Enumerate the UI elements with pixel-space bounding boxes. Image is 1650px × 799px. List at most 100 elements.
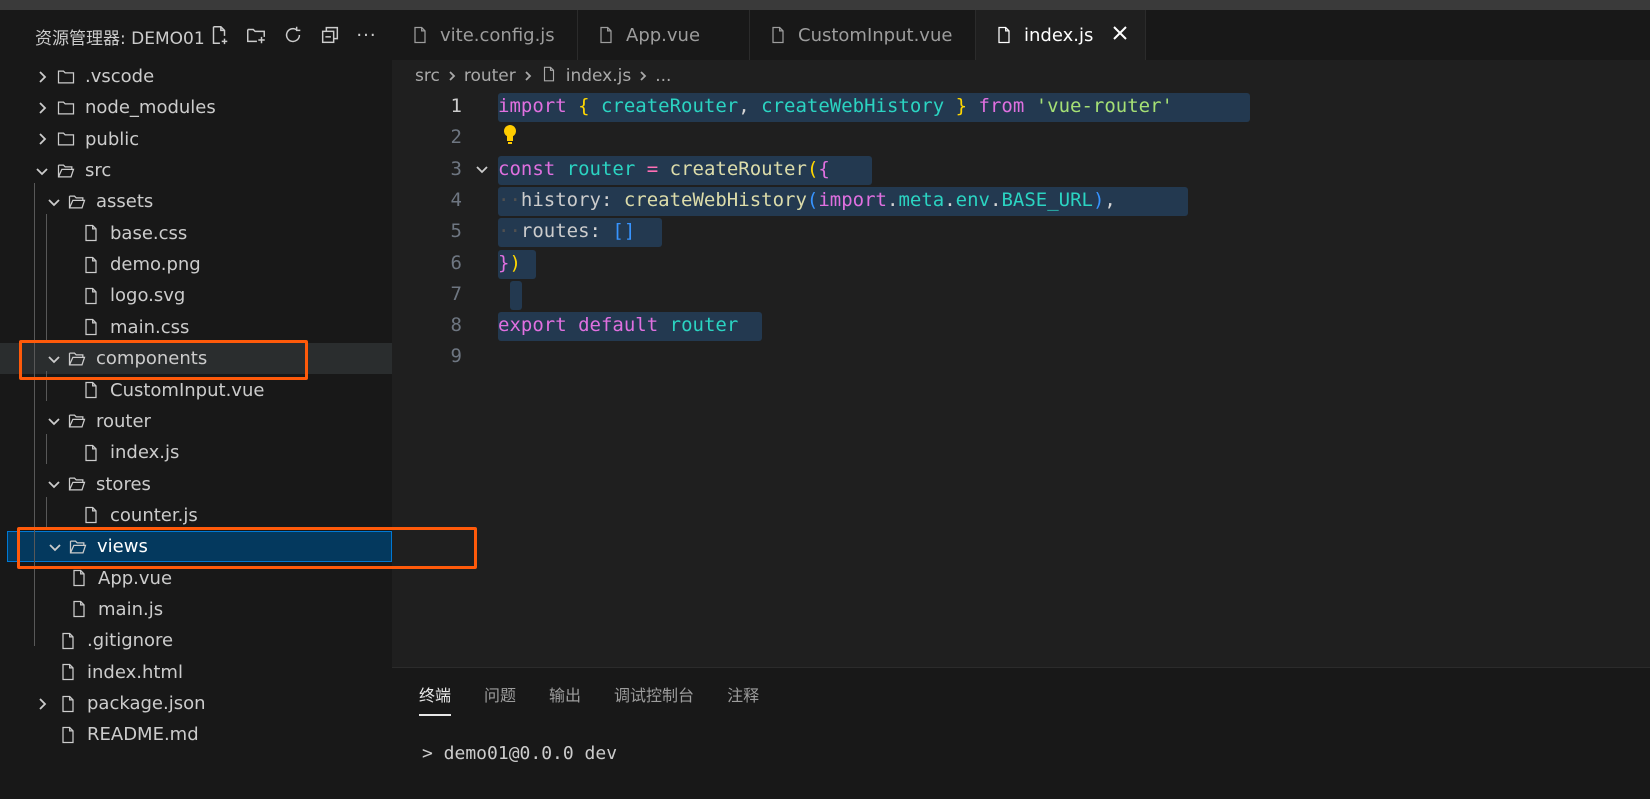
tree-item-main-css[interactable]: main.css [0, 312, 392, 343]
new-folder-button[interactable] [237, 20, 274, 50]
new-file-button[interactable] [200, 20, 237, 50]
panel-tab-3[interactable]: 调试控制台 [614, 682, 694, 716]
breadcrumb-item-file[interactable]: index.js [566, 66, 632, 86]
tree-item-label: views [97, 536, 148, 558]
breadcrumb-item-src[interactable]: src [415, 66, 440, 86]
code-token: : [589, 220, 613, 243]
folder-open-icon [67, 536, 89, 558]
folder-open-icon [66, 191, 88, 213]
lightbulb-icon[interactable] [500, 122, 520, 146]
refresh-button[interactable] [274, 20, 311, 50]
tree-item-label: base.css [110, 222, 188, 244]
tree-item-demo-png[interactable]: demo.png [0, 249, 392, 280]
code-token: import [498, 95, 567, 117]
explorer-sidebar: 资源管理器: DEMO01 ··· .vscode node_modules pub… [0, 10, 392, 799]
tree-item-components[interactable]: components [0, 343, 392, 375]
tree-item-label: assets [96, 191, 154, 213]
more-actions-button[interactable]: ··· [348, 20, 385, 50]
file-icon [57, 693, 79, 715]
breadcrumb-item-router[interactable]: router [464, 66, 516, 86]
indent-guide [46, 434, 47, 464]
tree-item-label: components [96, 348, 208, 370]
code-line: ··history: createWebHistory(import.meta.… [498, 185, 1116, 216]
fold-chevron-icon[interactable] [472, 154, 492, 185]
tree-item-app-vue[interactable]: App.vue [0, 563, 392, 594]
tree-item-node-modules[interactable]: node_modules [0, 92, 392, 123]
code-token: : [600, 188, 624, 211]
chevron-right-icon[interactable] [33, 130, 51, 148]
line-number: 8 [450, 314, 462, 337]
file-icon [80, 379, 102, 401]
indent-guide [46, 497, 47, 527]
tab-index-js[interactable]: index.js [976, 10, 1146, 60]
tree-item-src[interactable]: src [0, 155, 392, 186]
close-icon [1113, 26, 1127, 40]
file-icon [998, 26, 1010, 44]
tree-item-stores[interactable]: stores [0, 469, 392, 500]
chevron-down-icon[interactable] [45, 350, 63, 368]
code-token: ( [806, 188, 819, 211]
collapse-all-button[interactable] [311, 20, 348, 50]
tree-item-label: main.js [98, 598, 164, 620]
tab-custominput-vue[interactable]: CustomInput.vue [750, 10, 976, 60]
panel-tab-0[interactable]: 终端 [419, 682, 452, 716]
tree-item-vscode[interactable]: .vscode [0, 61, 392, 92]
tab-app-vue[interactable]: App.vue [578, 10, 750, 60]
folder-icon [55, 97, 77, 119]
code-token: . [944, 188, 956, 211]
chevron-down-icon[interactable] [33, 162, 51, 180]
tab-vite-config-js[interactable]: vite.config.js [392, 10, 578, 60]
tree-item-index-html[interactable]: index.html [0, 657, 392, 688]
tree-item-counter-js[interactable]: counter.js [0, 500, 392, 531]
line-number: 5 [450, 220, 462, 243]
code-token: ) [1092, 188, 1105, 211]
chevron-right-icon[interactable] [33, 695, 51, 713]
code-token: routes [520, 220, 590, 243]
tab-label: App.vue [626, 24, 701, 46]
tree-item-public[interactable]: public [0, 124, 392, 155]
tab-label: index.js [1024, 24, 1094, 46]
file-icon [772, 26, 784, 44]
panel-tab-4[interactable]: 注释 [727, 682, 759, 716]
folder-open-icon [66, 410, 88, 432]
tree-item-gitignore[interactable]: .gitignore [0, 625, 392, 656]
explorer-header: 资源管理器: DEMO01 ··· [0, 10, 392, 60]
tree-item-label: demo.png [110, 254, 201, 276]
folder-icon [55, 128, 77, 150]
chevron-right-icon [446, 70, 458, 82]
chevron-down-icon[interactable] [45, 475, 63, 493]
code-token: } [944, 95, 979, 117]
panel-tab-2[interactable]: 输出 [549, 682, 581, 716]
line-number: 9 [450, 345, 462, 368]
code-token: ( [806, 157, 819, 180]
code-token: default [578, 314, 659, 337]
panel-tab-1[interactable]: 问题 [484, 682, 516, 716]
breadcrumb-item-symbols[interactable]: ... [655, 66, 671, 86]
tree-item-package-json[interactable]: package.json [0, 688, 392, 719]
chevron-right-icon[interactable] [33, 68, 51, 86]
tree-item-index-js[interactable]: index.js [0, 437, 392, 468]
chevron-down-icon[interactable] [45, 193, 63, 211]
chevron-right-icon[interactable] [33, 99, 51, 117]
code-line: }) [498, 248, 521, 279]
code-token: , [738, 95, 762, 117]
code-token: . [886, 188, 899, 211]
code-token: BASE_URL [1001, 188, 1093, 211]
file-icon [540, 65, 566, 88]
code-line: const router = createRouter({ [498, 154, 830, 185]
close-tab-button[interactable] [1111, 24, 1131, 44]
tree-item-base-css[interactable]: base.css [0, 218, 392, 249]
tree-item-readme-md[interactable]: README.md [0, 719, 392, 750]
tree-item-router[interactable]: router [0, 406, 392, 437]
tree-item-main-js[interactable]: main.js [0, 594, 392, 625]
code-editor[interactable]: 1 import { createRouter, createWebHistory… [392, 91, 1650, 667]
file-icon [57, 661, 79, 683]
tree-item-views[interactable]: views [7, 531, 392, 563]
tree-item-label: stores [96, 473, 151, 495]
tree-item-assets[interactable]: assets [0, 186, 392, 217]
chevron-down-icon[interactable] [45, 412, 63, 430]
file-icon [68, 567, 90, 589]
chevron-down-icon[interactable] [46, 538, 64, 556]
tree-item-logo-svg[interactable]: logo.svg [0, 280, 392, 311]
tree-item-custominput-vue[interactable]: CustomInput.vue [0, 375, 392, 406]
